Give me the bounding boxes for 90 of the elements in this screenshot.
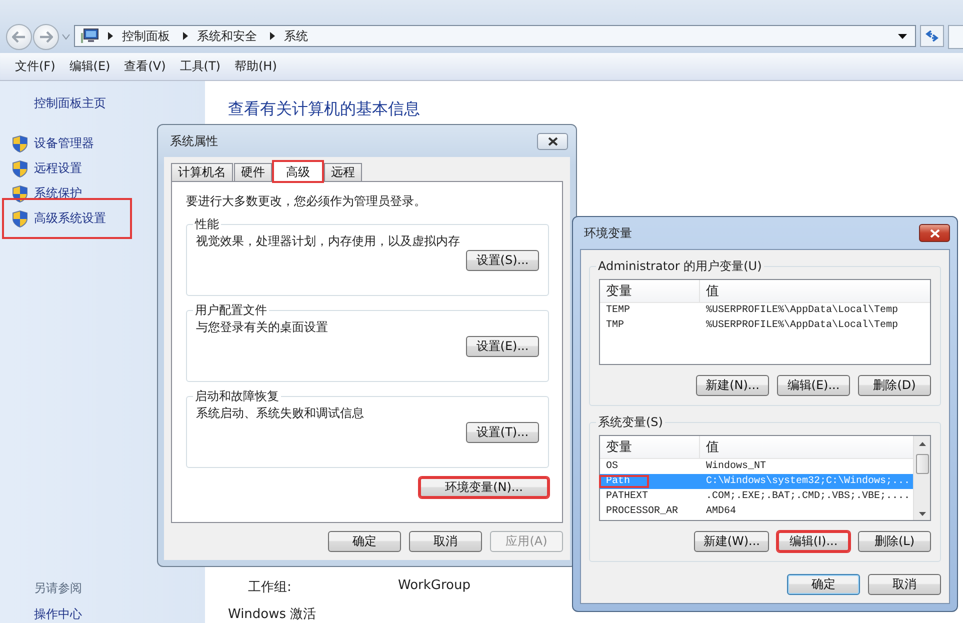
chevron-icon[interactable]	[270, 32, 275, 40]
breadcrumb[interactable]: 控制面板	[122, 28, 170, 44]
page-heading: 查看有关计算机的基本信息	[228, 99, 421, 120]
scrollbar-thumb[interactable]	[916, 454, 928, 474]
group-description: 视觉效果，处理器计划，内存使用，以及虚拟内存	[196, 233, 461, 250]
environment-variables-button[interactable]: 环境变量(N)...	[419, 477, 549, 498]
sidebar-item[interactable]: 系统保护	[10, 181, 84, 206]
dialog-title: 系统属性	[170, 132, 218, 150]
close-icon	[548, 136, 558, 146]
variable-name: TMP	[605, 320, 626, 331]
list-action-button[interactable]: 编辑(E)...	[777, 375, 850, 396]
shield-icon	[12, 134, 28, 152]
scrollbar[interactable]	[913, 436, 930, 520]
column-header[interactable]: 变量	[600, 436, 700, 458]
variable-value: Windows_NT	[705, 461, 768, 472]
dialog-button[interactable]: 取消	[868, 574, 941, 595]
group-title: Administrator 的用户变量(U)	[597, 258, 763, 275]
variable-value: C:\Windows\system32;C:\Windows;...	[705, 476, 912, 487]
menu-item[interactable]: 文件(F)	[8, 58, 62, 75]
group-title: 启动和故障恢复	[194, 388, 280, 405]
address-bar[interactable]: 控制面板 系统和安全 系统	[74, 25, 916, 47]
sidebar-link[interactable]: 控制面板主页	[10, 95, 205, 112]
info-label: 工作组:	[248, 579, 292, 596]
refresh-icon	[925, 29, 939, 43]
refresh-button[interactable]	[920, 25, 944, 47]
tab[interactable]: 高级	[273, 161, 323, 182]
info-value: WorkGroup	[398, 578, 470, 595]
group-title: 用户配置文件	[194, 302, 268, 319]
list-action-button[interactable]: 删除(D)	[858, 375, 931, 396]
dialog-button[interactable]: 确定	[328, 531, 401, 552]
notice-text: 要进行大多数更改，您必须作为管理员登录。	[186, 193, 427, 210]
close-icon	[930, 228, 940, 238]
chevron-icon[interactable]	[108, 32, 113, 40]
column-header[interactable]: 变量	[600, 280, 700, 302]
settings-button[interactable]: 设置(E)...	[466, 336, 539, 357]
group-description: 系统启动、系统失败和调试信息	[196, 405, 365, 422]
variable-name: TEMP	[605, 305, 632, 316]
list-action-button[interactable]: 新建(W)...	[694, 531, 769, 552]
variable-value: %USERPROFILE%\AppData\Local\Temp	[705, 320, 900, 331]
list-action-button[interactable]: 编辑(I)...	[777, 531, 850, 552]
shield-icon	[12, 160, 28, 178]
chevron-icon[interactable]	[183, 32, 188, 40]
tab[interactable]: 计算机名	[171, 163, 233, 181]
variable-row[interactable]: OS Windows_NT	[600, 459, 913, 474]
sidebar-item[interactable]: 远程设置	[10, 156, 84, 181]
close-button[interactable]	[919, 224, 950, 242]
settings-button[interactable]: 设置(T)...	[466, 422, 539, 443]
close-button[interactable]	[537, 132, 568, 150]
scroll-down-icon[interactable]	[918, 512, 926, 516]
variable-row[interactable]: TMP %USERPROFILE%\AppData\Local\Temp	[600, 318, 930, 333]
variable-value: .COM;.EXE;.BAT;.CMD;.VBS;.VBE;....	[705, 491, 912, 502]
variable-row[interactable]: PATHEXT .COM;.EXE;.BAT;.CMD;.VBS;.VBE;....	[600, 489, 913, 504]
search-field[interactable]	[948, 25, 963, 49]
variable-value: %USERPROFILE%\AppData\Local\Temp	[705, 305, 900, 316]
dialog-button[interactable]: 取消	[409, 531, 482, 552]
menu-item[interactable]: 工具(T)	[172, 58, 228, 75]
column-header[interactable]: 值	[700, 438, 913, 456]
see-also-heading: 另请参阅	[34, 580, 83, 597]
tab[interactable]: 远程	[324, 163, 362, 181]
variable-name: PATHEXT	[605, 491, 650, 502]
sidebar-item[interactable]: 设备管理器	[10, 131, 96, 156]
variable-name: PROCESSOR_AR	[605, 506, 680, 517]
list-action-button[interactable]: 删除(L)	[858, 531, 931, 552]
sidebar-link[interactable]: 操作中心	[34, 606, 205, 623]
variable-row[interactable]: TEMP %USERPROFILE%\AppData\Local\Temp	[600, 303, 930, 318]
scroll-up-icon[interactable]	[918, 442, 926, 446]
group-description: 与您登录有关的桌面设置	[196, 319, 329, 336]
sidebar-item[interactable]: 高级系统设置	[10, 206, 124, 231]
group-title: 性能	[194, 216, 220, 233]
shield-icon	[12, 210, 28, 228]
dropdown-caret-icon[interactable]	[898, 34, 907, 38]
breadcrumb[interactable]: 系统和安全	[197, 28, 257, 44]
arrow-left-icon	[12, 31, 26, 43]
variable-row[interactable]: PROCESSOR_AR AMD64	[600, 504, 913, 519]
computer-icon	[81, 28, 99, 44]
column-header[interactable]: 值	[700, 282, 930, 300]
menu-item[interactable]: 查看(V)	[117, 58, 173, 75]
settings-button[interactable]: 设置(S)...	[466, 250, 539, 271]
dialog-button[interactable]: 确定	[787, 574, 860, 595]
menu-item[interactable]: 帮助(H)	[228, 58, 284, 75]
menu-item[interactable]: 编辑(E)	[62, 58, 118, 75]
group-title: 系统变量(S)	[597, 414, 664, 431]
list-action-button[interactable]: 新建(N)...	[696, 375, 769, 396]
section-heading: Windows 激活	[228, 606, 318, 623]
variable-name: OS	[605, 461, 620, 472]
arrow-right-icon	[39, 31, 53, 43]
tab[interactable]: 硬件	[234, 163, 272, 181]
breadcrumb[interactable]: 系统	[284, 28, 308, 44]
dialog-title: 环境变量	[584, 224, 632, 242]
variable-value: AMD64	[705, 506, 738, 517]
